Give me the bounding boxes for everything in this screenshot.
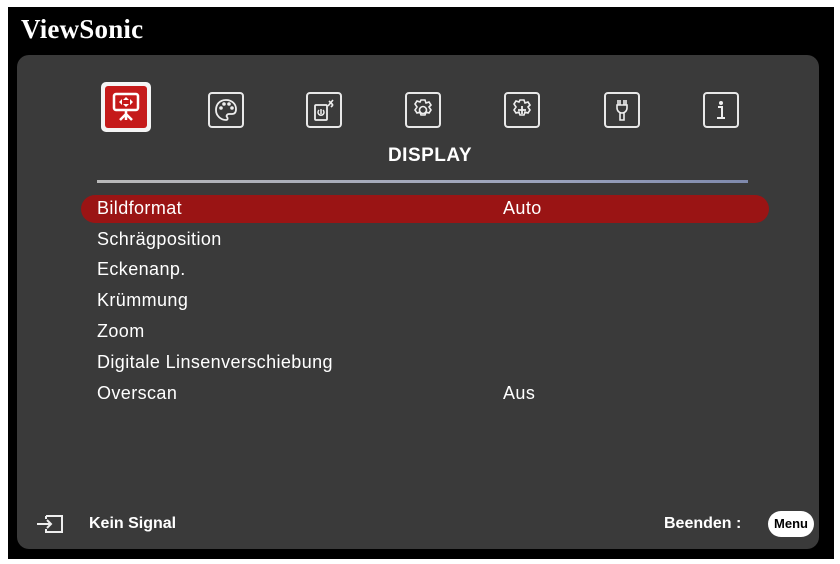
menu-item-value: Aus (503, 383, 536, 403)
menu-item-eckenanp[interactable]: Eckenanp. (81, 256, 769, 284)
brand-logo: ViewSonic (21, 14, 144, 44)
exit-hint-label: Beenden : (664, 515, 742, 532)
display-icon (112, 92, 140, 121)
input-source-icon (37, 515, 63, 533)
palette-icon (215, 99, 237, 121)
wrench-icon (616, 100, 628, 121)
menu-item-kruemmung[interactable]: Krümmung (81, 287, 769, 315)
tab-information[interactable] (703, 92, 739, 128)
tab-advanced[interactable] (504, 92, 540, 128)
menu-button[interactable]: Menu (768, 511, 814, 537)
power-icon (314, 99, 334, 121)
menu-item-label: Schrägposition (97, 229, 222, 249)
menu-item-label: Digitale Linsenverschiebung (97, 352, 333, 372)
menu-item-label: Overscan (97, 383, 178, 403)
menu-item-zoom[interactable]: Zoom (81, 318, 769, 346)
menu-item-overscan[interactable]: Overscan Aus (81, 380, 769, 408)
tab-management[interactable] (604, 92, 640, 128)
tab-color[interactable] (208, 92, 244, 128)
menu-item-bildformat[interactable]: Bildformat Auto (81, 195, 769, 223)
menu-item-label: Zoom (97, 321, 145, 341)
menu-item-label: Krümmung (97, 290, 189, 310)
menu-item-label: Eckenanp. (97, 259, 186, 279)
tab-settings[interactable] (405, 92, 441, 128)
section-title: DISPLAY (387, 145, 473, 166)
advanced-gear-icon (513, 99, 532, 116)
tab-display[interactable] (101, 82, 151, 132)
divider (97, 180, 748, 183)
settings-gear-icon (414, 99, 433, 116)
menu-item-label: Bildformat (97, 198, 183, 218)
tab-power[interactable] (306, 92, 342, 128)
menu-item-value: Auto (503, 198, 542, 218)
menu-item-digitale-linsenverschiebung[interactable]: Digitale Linsenverschiebung (81, 349, 769, 377)
signal-status: Kein Signal (89, 515, 177, 532)
info-icon (717, 101, 725, 119)
menu-item-schraegposition[interactable]: Schrägposition (81, 226, 769, 254)
